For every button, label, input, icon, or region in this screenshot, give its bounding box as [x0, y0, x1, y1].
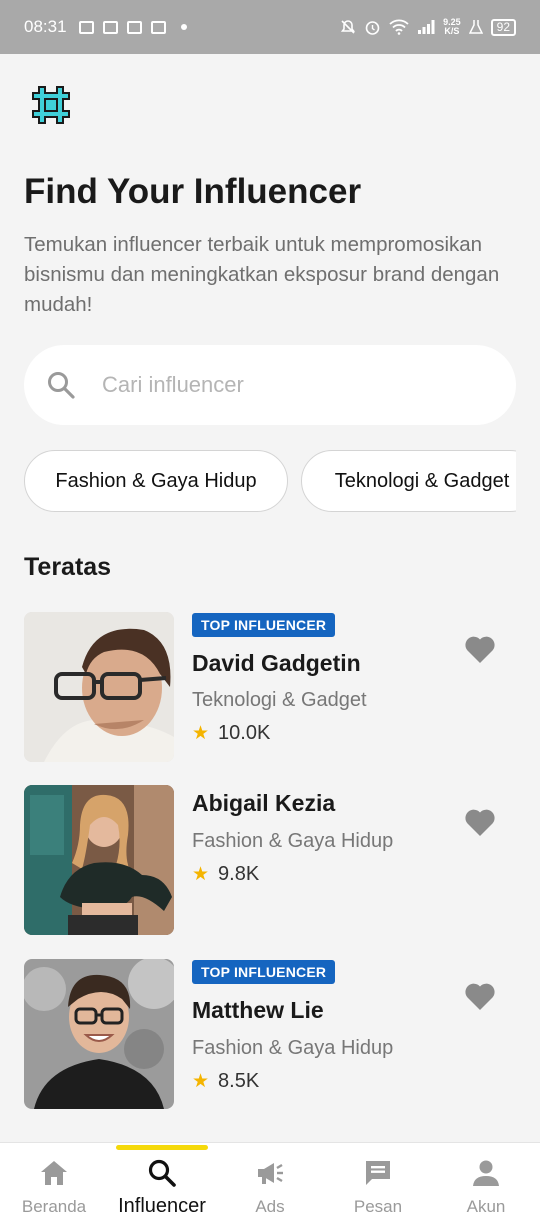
megaphone-icon	[258, 1163, 283, 1184]
nav-item-akun[interactable]: Akun	[432, 1143, 540, 1230]
influencer-name: Abigail Kezia	[192, 790, 336, 816]
influencer-category: Fashion & Gaya Hidup	[192, 1037, 394, 1059]
notification-icons	[78, 20, 187, 34]
home-icon	[41, 1161, 67, 1185]
influencer-photo	[24, 612, 174, 762]
chat-icon	[366, 1161, 390, 1185]
nav-item-pesan[interactable]: Pesan	[324, 1143, 432, 1230]
influencer-category: Fashion & Gaya Hidup	[192, 830, 394, 852]
section-title: Teratas	[24, 553, 112, 581]
influencer-category: Teknologi & Gadget	[192, 689, 367, 711]
star-icon: ★	[192, 723, 210, 744]
mute-icon	[341, 20, 356, 34]
influencer-card[interactable]: TOP INFLUENCER David Gadgetin Teknologi …	[24, 612, 516, 762]
nav-item-ads[interactable]: Ads	[216, 1143, 324, 1230]
message-icon	[78, 20, 94, 34]
search-bar[interactable]	[24, 345, 516, 425]
influencer-rating: ★ 8.5K	[192, 1070, 260, 1092]
favorite-heart-icon[interactable]	[464, 807, 496, 837]
status-time: 08:31	[24, 17, 67, 36]
battery-level: 92	[490, 18, 516, 36]
nav-item-beranda[interactable]: Beranda	[0, 1143, 108, 1230]
search-icon	[48, 372, 75, 399]
network-speed: 9.25 K/S	[443, 17, 461, 36]
influencer-name: David Gadgetin	[192, 650, 361, 676]
page-subtitle: Temukan influencer terbaik untuk memprom…	[24, 233, 500, 316]
chip-technology[interactable]: Teknologi & Gadget	[301, 450, 516, 512]
alarm-icon	[365, 20, 380, 35]
nav-item-influencer[interactable]: Influencer	[108, 1143, 216, 1230]
active-tab-indicator	[116, 1145, 208, 1150]
influencer-photo	[24, 959, 174, 1109]
bottom-navigation: Beranda Influencer Ads Pesan Akun	[0, 1142, 540, 1230]
page-title: Find Your Influencer	[24, 172, 362, 211]
influencer-card[interactable]: Abigail Kezia Fashion & Gaya Hidup ★ 9.8…	[24, 785, 516, 935]
shopping-bag-icon	[102, 20, 118, 34]
person-icon	[473, 1160, 499, 1186]
influencer-name: Matthew Lie	[192, 997, 324, 1023]
top-influencer-badge: TOP INFLUENCER	[192, 960, 336, 984]
favorite-heart-icon[interactable]	[464, 634, 496, 664]
chip-fashion[interactable]: Fashion & Gaya Hidup	[24, 450, 288, 512]
twitch-icon	[126, 20, 142, 34]
gamepad-icon	[150, 20, 166, 34]
system-icons: 9.25 K/S 92	[340, 18, 516, 36]
influencer-rating: ★ 9.8K	[192, 863, 260, 885]
star-icon: ★	[192, 1071, 210, 1092]
category-chips: Fashion & Gaya Hidup Teknologi & Gadget	[24, 450, 516, 514]
signal-icon	[418, 20, 435, 34]
wifi-icon	[389, 19, 409, 35]
flask-icon	[468, 20, 483, 34]
app-logo	[32, 86, 70, 124]
top-influencer-badge: TOP INFLUENCER	[192, 613, 336, 637]
influencer-photo	[24, 785, 174, 935]
favorite-heart-icon[interactable]	[464, 981, 496, 1011]
search-input[interactable]	[102, 372, 482, 398]
status-bar: 08:31 9.25 K/S 92	[0, 0, 540, 54]
influencer-card[interactable]: TOP INFLUENCER Matthew Lie Fashion & Gay…	[24, 959, 516, 1109]
influencer-rating: ★ 10.0K	[192, 722, 271, 744]
star-icon: ★	[192, 864, 210, 885]
more-notifications-icon	[180, 24, 187, 30]
search-icon	[148, 1159, 176, 1187]
